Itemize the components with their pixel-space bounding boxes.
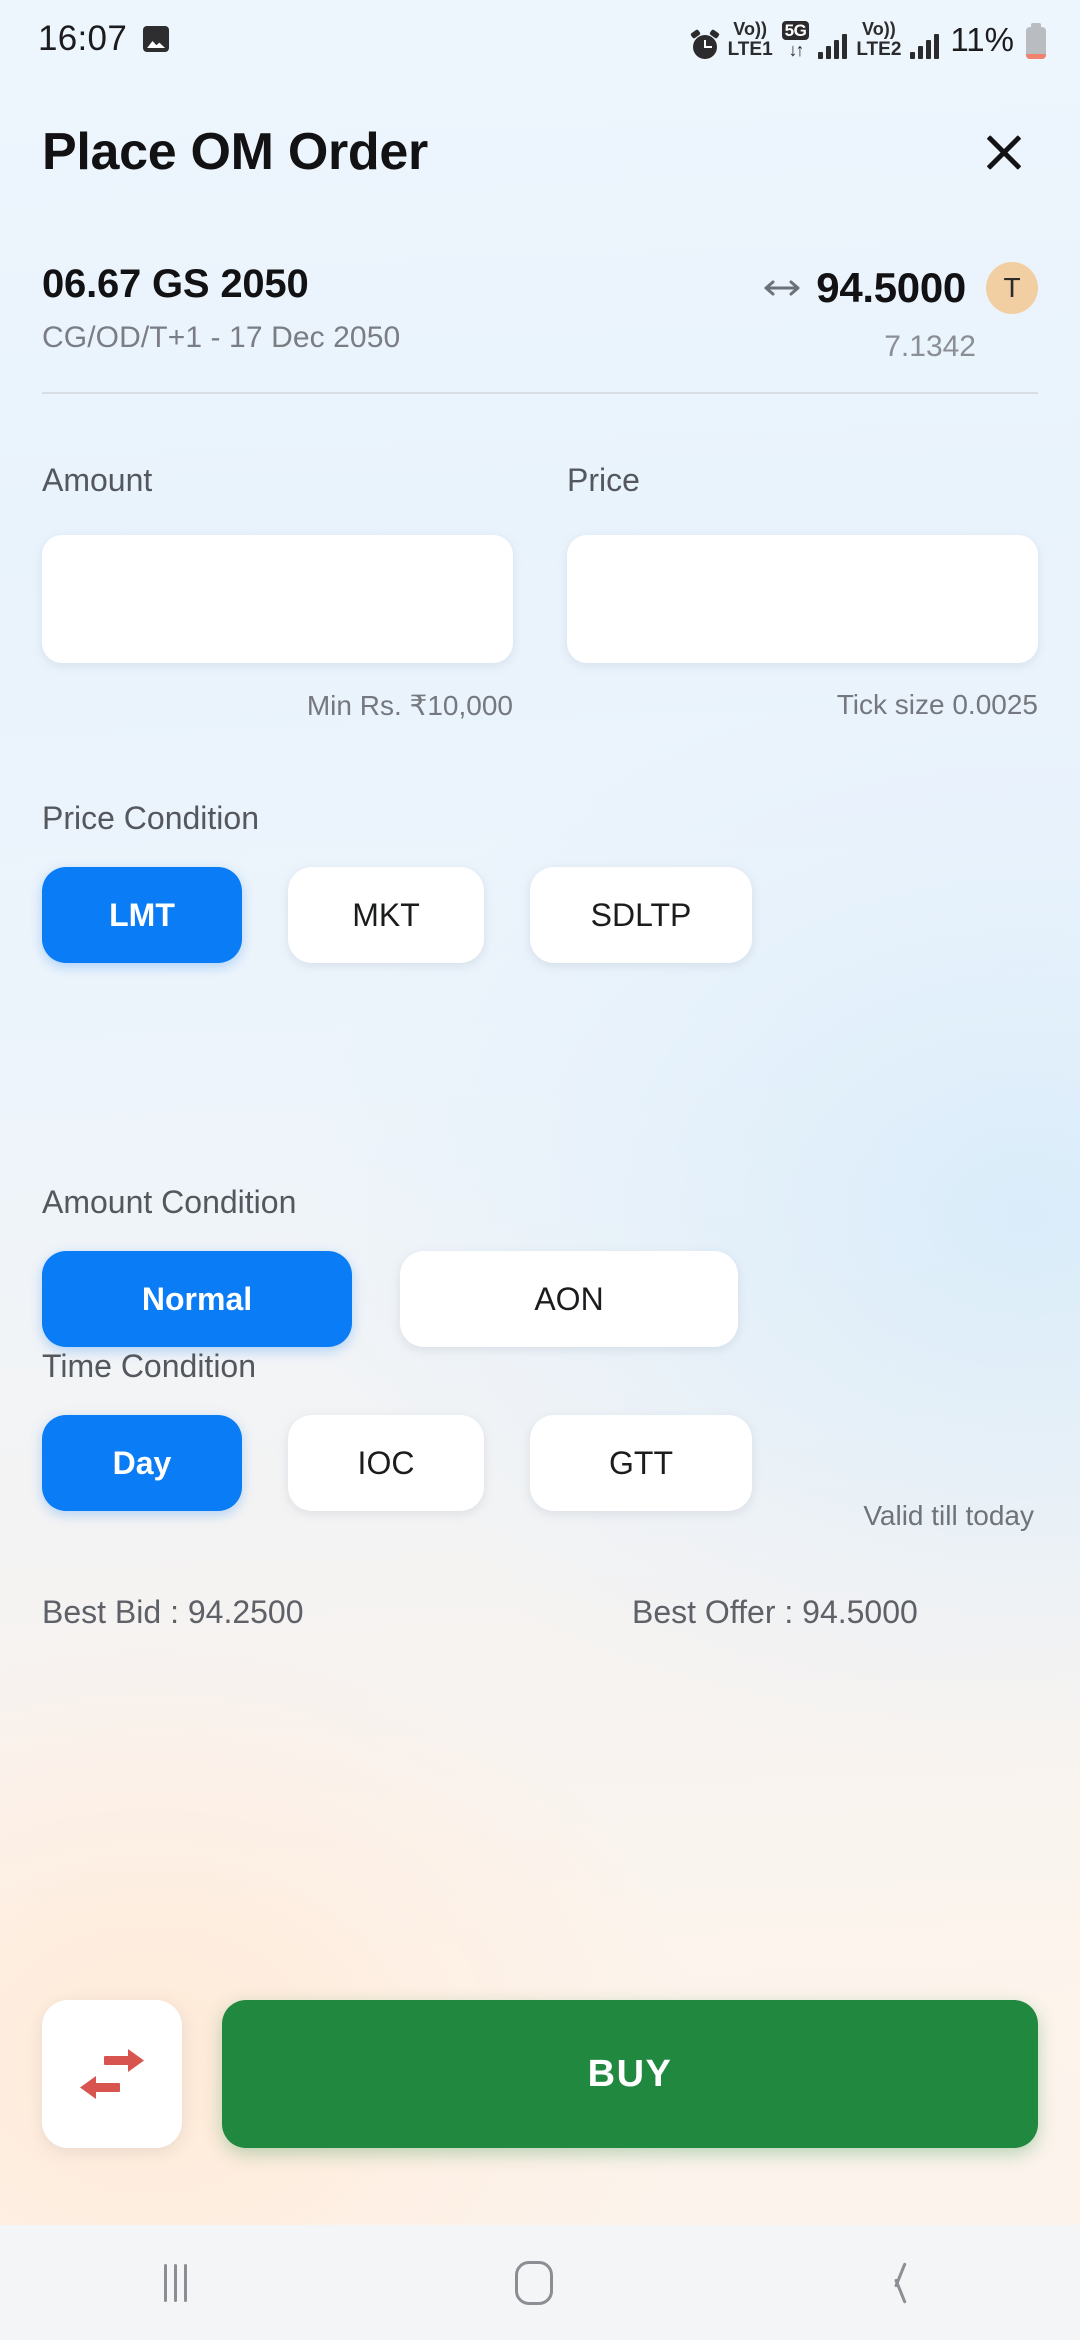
page-title: Place OM Order bbox=[42, 123, 428, 181]
status-bar: 16:07 Vo)) LTE1 5G ↓↑ Vo)) LTE2 11% bbox=[0, 0, 1080, 78]
security-price-row: 94.5000 T bbox=[762, 262, 1038, 314]
validity-note: Valid till today bbox=[863, 1500, 1034, 1531]
page-header: Place OM Order bbox=[0, 120, 1080, 184]
security-price: 94.5000 bbox=[816, 264, 966, 311]
time-condition-options: Day IOC GTT bbox=[42, 1415, 1038, 1511]
price-condition-option-lmt[interactable]: LMT bbox=[42, 867, 242, 963]
price-condition-options: LMT MKT SDLTP bbox=[42, 867, 1038, 963]
security-pricing: 94.5000 T 7.1342 bbox=[762, 262, 1038, 364]
amount-field-group: Amount Min Rs. ₹10,000 bbox=[42, 462, 513, 722]
best-offer-label: Best Offer : 94.5000 bbox=[632, 1594, 918, 1630]
best-bid-label: Best Bid : 94.2500 bbox=[42, 1594, 304, 1630]
data-transfer-arrows-icon: ↓↑ bbox=[788, 39, 805, 60]
app-screen: 16:07 Vo)) LTE1 5G ↓↑ Vo)) LTE2 11% Plac… bbox=[0, 0, 1080, 2340]
price-label: Price bbox=[567, 462, 640, 498]
swap-arrows-icon[interactable] bbox=[42, 2000, 182, 2148]
price-condition-option-mkt[interactable]: MKT bbox=[288, 867, 484, 963]
swap-arrows-glyph bbox=[80, 2049, 144, 2099]
home-icon[interactable] bbox=[515, 2260, 554, 2305]
signal-bars-2-icon bbox=[910, 33, 940, 59]
price-condition-group: Price Condition LMT MKT SDLTP bbox=[0, 800, 1080, 963]
left-right-arrow-icon bbox=[762, 274, 802, 302]
network-type-label: 5G bbox=[781, 20, 810, 40]
order-input-fields: Amount Min Rs. ₹10,000 Price Tick size 0… bbox=[0, 462, 1080, 722]
volte1-icon: Vo)) LTE1 bbox=[728, 20, 773, 59]
time-condition-option-gtt[interactable]: GTT bbox=[530, 1415, 752, 1511]
header-divider bbox=[42, 392, 1038, 394]
status-bar-clock: 16:07 bbox=[38, 19, 128, 58]
time-condition-label: Time Condition bbox=[42, 1348, 257, 1384]
amount-label: Amount bbox=[42, 462, 153, 498]
market-depth-row: Best Bid : 94.2500 Best Offer : 94.5000 bbox=[0, 1594, 1080, 1631]
android-nav-bar bbox=[0, 2225, 1080, 2340]
volte2-icon: Vo)) LTE2 bbox=[856, 20, 901, 59]
buy-button[interactable]: BUY bbox=[222, 2000, 1038, 2148]
amount-hint: Min Rs. ₹10,000 bbox=[306, 690, 513, 721]
security-yield: 7.1342 bbox=[884, 330, 976, 363]
volte1-top-label: Vo)) bbox=[733, 18, 767, 39]
amount-condition-label: Amount Condition bbox=[42, 1184, 297, 1220]
amount-condition-group: Amount Condition Normal AON bbox=[0, 1184, 1080, 1347]
amount-condition-option-aon[interactable]: AON bbox=[400, 1251, 738, 1347]
security-identity: 06.67 GS 2050 CG/OD/T+1 - 17 Dec 2050 bbox=[42, 262, 400, 355]
network-5g-icon: 5G ↓↑ bbox=[781, 20, 810, 60]
security-summary: 06.67 GS 2050 CG/OD/T+1 - 17 Dec 2050 94… bbox=[0, 262, 1080, 364]
time-condition-option-day[interactable]: Day bbox=[42, 1415, 242, 1511]
battery-percent-label: 11% bbox=[950, 20, 1014, 58]
time-condition-option-ioc[interactable]: IOC bbox=[288, 1415, 484, 1511]
price-condition-label: Price Condition bbox=[42, 800, 259, 836]
signal-bars-1-icon bbox=[818, 33, 848, 59]
battery-icon bbox=[1026, 22, 1046, 59]
volte1-bottom-label: LTE1 bbox=[727, 38, 773, 60]
recents-icon[interactable] bbox=[164, 2263, 188, 2302]
security-subtitle: CG/OD/T+1 - 17 Dec 2050 bbox=[42, 321, 401, 354]
status-bar-right: Vo)) LTE1 5G ↓↑ Vo)) LTE2 11% bbox=[689, 20, 1046, 60]
back-chevron-icon[interactable] bbox=[882, 2261, 916, 2305]
price-field-group: Price Tick size 0.0025 bbox=[567, 462, 1038, 722]
order-action-bar: BUY bbox=[0, 2000, 1080, 2148]
security-name: 06.67 GS 2050 bbox=[42, 262, 309, 306]
status-bar-left: 16:07 bbox=[38, 19, 170, 59]
price-input[interactable] bbox=[567, 535, 1038, 663]
price-condition-option-sdltp[interactable]: SDLTP bbox=[530, 867, 752, 963]
price-hint: Tick size 0.0025 bbox=[836, 689, 1038, 720]
volte2-top-label: Vo)) bbox=[862, 18, 896, 39]
amount-condition-option-normal[interactable]: Normal bbox=[42, 1251, 352, 1347]
time-condition-group: Time Condition Day IOC GTT bbox=[0, 1348, 1080, 1511]
alarm-icon bbox=[689, 28, 720, 59]
image-icon bbox=[143, 26, 170, 52]
amount-condition-options: Normal AON bbox=[42, 1251, 1038, 1347]
amount-input[interactable] bbox=[42, 535, 513, 663]
volte2-bottom-label: LTE2 bbox=[856, 38, 902, 60]
status-badge: T bbox=[986, 262, 1038, 314]
close-icon[interactable] bbox=[972, 120, 1036, 184]
